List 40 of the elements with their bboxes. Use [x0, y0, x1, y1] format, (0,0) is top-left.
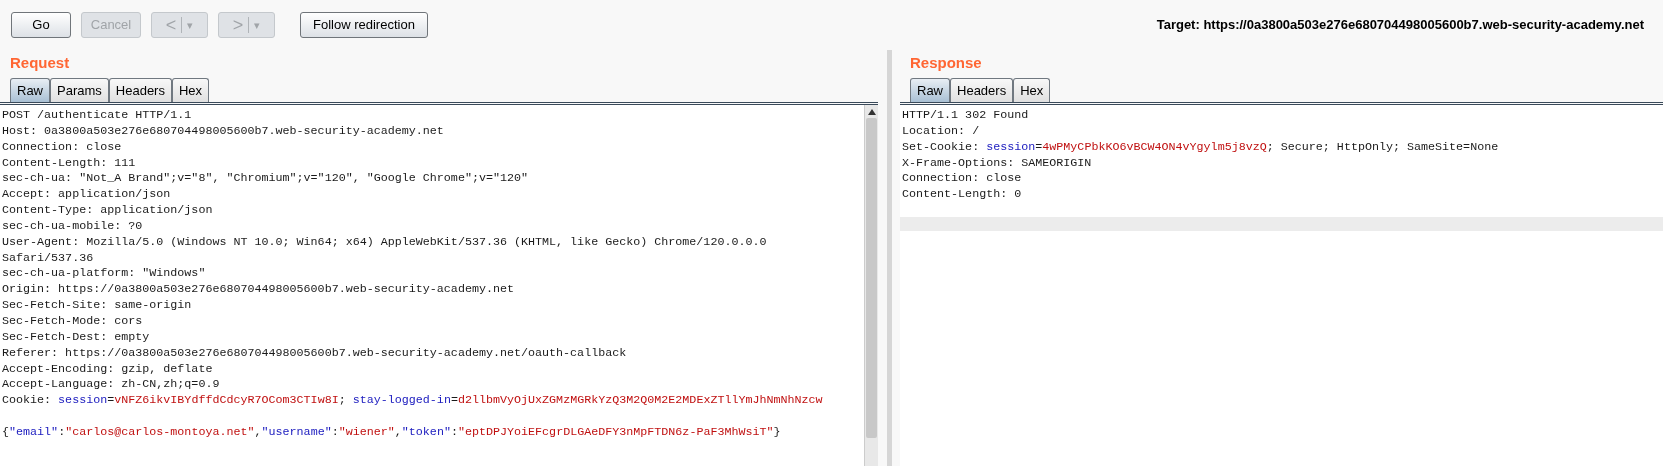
- tab[interactable]: Params: [50, 78, 109, 102]
- tab[interactable]: Raw: [910, 78, 950, 102]
- code-line: Accept: application/json: [2, 187, 171, 204]
- code-line: sec-ch-ua: "Not_A Brand";v="8", "Chromium";v="120", "Google Chrome";v="120": [2, 171, 529, 188]
- target-label: Target: https://0a3800a503e276e680704498005600b7.web-security-academy.net: [1156, 16, 1644, 35]
- code-line: Origin: https://0a3800a503e276e680704498005600b7.web-security-academy.net: [2, 282, 514, 299]
- code-line: sec-ch-ua-platform: "Windows": [2, 266, 206, 283]
- code-line: HTTP/1.1 302 Found: [902, 108, 1029, 124]
- tab[interactable]: Headers: [950, 78, 1014, 102]
- pane-title: Request: [10, 53, 70, 73]
- code-line: Content-Length: 111: [2, 155, 136, 172]
- code-line: Connection: close: [2, 139, 122, 156]
- code-line: Location: /: [902, 123, 980, 140]
- code-line: {"email":"carlos@carlos-montoya.net","username":"wiener","token":"eptDPJYoiEFcgrDLGAeDFY3nMpFTDN6z-PaF3MhWsiT"}: [2, 424, 781, 441]
- code-line: Sec-Fetch-Mode: cors: [2, 313, 143, 330]
- code-line: Content-Type: application/json: [2, 203, 213, 219]
- toolbar-button[interactable]: Go: [11, 12, 71, 38]
- code-line: Host: 0a3800a503e276e680704498005600b7.web-security-academy.net: [2, 123, 444, 140]
- code-line: Accept-Encoding: gzip, deflate: [2, 361, 213, 378]
- code-line: Accept-Language: zh-CN,zh;q=0.9: [2, 377, 220, 394]
- code-line: POST /authenticate HTTP/1.1: [2, 108, 192, 124]
- pane-title: Response: [910, 53, 982, 73]
- code-line: Content-Length: 0: [902, 187, 1022, 204]
- tab[interactable]: Raw: [10, 78, 50, 102]
- toolbar-button[interactable]: Follow redirection: [300, 12, 428, 38]
- code-line: Cookie: session=vNFZ6ikvIBYdffdCdcyR7OCom3CTIw8I; stay-logged-in=d2llbmVyOjUxZGMzMGRkYzQ3M2Q0M2E2MDExZTllYmJhNmNhNzcw: [2, 393, 823, 410]
- tab[interactable]: Hex: [171, 78, 210, 102]
- code-line: Set-Cookie: session=4wPMyCPbkKO6vBCW4ON4vYgylm5j8vzQ; Secure; HttpOnly; SameSite=None: [902, 139, 1499, 156]
- code-line: sec-ch-ua-mobile: ?0: [2, 218, 143, 235]
- scroll-up-icon[interactable]: [867, 109, 876, 115]
- code-line: Sec-Fetch-Dest: empty: [2, 329, 150, 346]
- code-line: User-Agent: Mozilla/5.0 (Windows NT 10.0; Win64; x64) AppleWebKit/537.36 (KHTML, like Gecko) Chrome/120.0.0.0: [2, 234, 767, 251]
- code-line: Sec-Fetch-Site: same-origin: [2, 298, 192, 314]
- tab[interactable]: Hex: [1013, 78, 1051, 102]
- scrollbar[interactable]: [864, 105, 878, 466]
- code-line: Connection: close: [902, 171, 1022, 188]
- code-line: X-Frame-Options: SAMEORIGIN: [902, 155, 1092, 172]
- tab[interactable]: Headers: [108, 78, 172, 102]
- code-line: Safari/537.36: [2, 250, 94, 267]
- code-line: Referer: https://0a3800a503e276e680704498005600b7.web-security-academy.net/oauth-callback: [2, 345, 627, 362]
